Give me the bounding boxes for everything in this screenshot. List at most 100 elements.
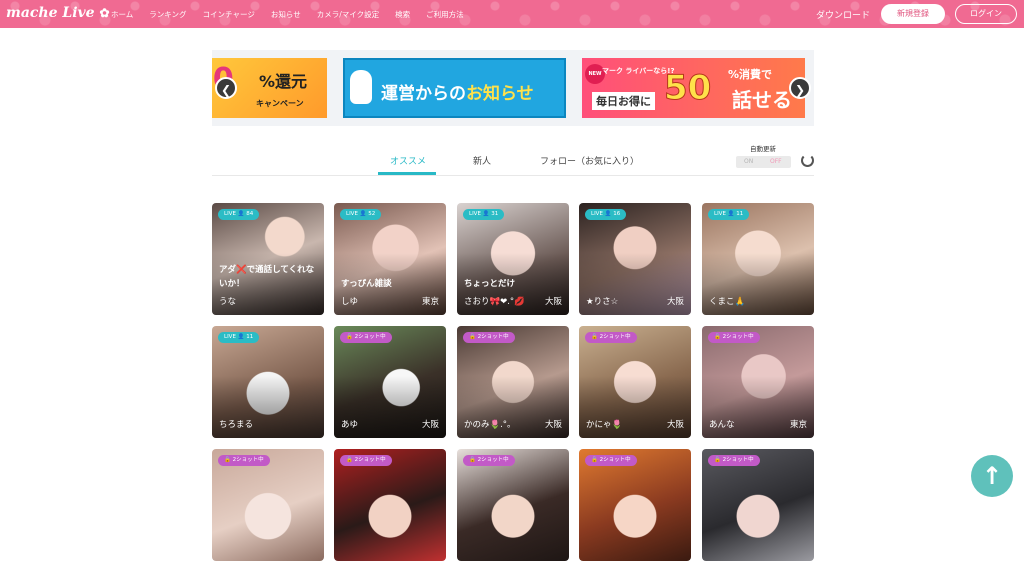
arrow-up-icon[interactable]: ↑ [971, 455, 1013, 497]
banner-announcement-highlight: お知らせ [466, 84, 534, 104]
lock-icon: 🔒 [469, 334, 476, 340]
badge-text: LIVE [346, 211, 358, 217]
card-name: あゆ [341, 420, 359, 430]
tab-recommended[interactable]: オススメ [390, 154, 426, 167]
live-badge: LIVE 👤 84 [218, 209, 260, 220]
badge-text: 2ショット中 [477, 334, 509, 340]
live-badge: LIVE 👤 52 [340, 209, 382, 220]
streamer-card[interactable]: 🔒 2ショット中 [457, 449, 569, 561]
streamer-card[interactable]: 🔒 2ショット中 かのみ🌷.°。 大阪 [457, 326, 569, 438]
two-shot-badge: 🔒 2ショット中 [708, 455, 760, 466]
badge-text: 2ショット中 [232, 457, 264, 463]
banner-cashback-sub: キャンペーン [256, 99, 304, 108]
feed-tabs: オススメ 新人 フォロー（お気に入り） [212, 148, 814, 176]
badge-text: 2ショット中 [354, 457, 386, 463]
streamer-card[interactable]: LIVE 👤 16 ★りさ☆ 大阪 [579, 203, 691, 315]
card-name: うな [219, 297, 237, 307]
card-title: ちょっとだけ [464, 279, 516, 289]
lock-icon: 🔒 [346, 457, 353, 463]
live-badge: LIVE 👤 11 [218, 332, 260, 343]
card-name: かにゃ🌷 [586, 420, 623, 430]
auto-refresh-label: 自動更新 [750, 145, 776, 153]
badge-text: LIVE [591, 211, 603, 217]
streamer-card[interactable]: 🔒 2ショット中 [579, 449, 691, 561]
streamer-card[interactable]: 🔒 2ショット中 かにゃ🌷 大阪 [579, 326, 691, 438]
nav-coin-charge[interactable]: コインチャージ [203, 9, 255, 20]
badge-text: LIVE [224, 211, 236, 217]
badge-text: LIVE [714, 211, 726, 217]
site-logo[interactable]: mache Live ✿ [6, 5, 110, 21]
streamer-card[interactable]: 🔒 2ショット中 あんな 東京 [702, 326, 814, 438]
download-link[interactable]: ダウンロード [816, 8, 870, 21]
lock-icon: 🔒 [591, 457, 598, 463]
live-badge: LIVE 👤 16 [585, 209, 627, 220]
card-title: アダ❌で通話してくれないか！ [219, 265, 315, 289]
badge-text: 2ショット中 [722, 334, 754, 340]
banner-talk-number: 50 [663, 68, 712, 109]
card-area: 大阪 [544, 297, 562, 307]
viewer-count: 31 [491, 211, 499, 217]
streamer-card[interactable]: LIVE 👤 11 くまこ🙏 [702, 203, 814, 315]
streamer-card[interactable]: 🔒 2ショット中 [702, 449, 814, 561]
toggle-on[interactable]: ON [744, 158, 753, 165]
badge-text: 2ショット中 [354, 334, 386, 340]
badge-text: 2ショット中 [722, 457, 754, 463]
person-icon: 👤 [727, 211, 735, 217]
mascot-icon [350, 70, 372, 104]
chevron-right-icon[interactable]: ❯ [789, 77, 811, 99]
lock-icon: 🔒 [224, 457, 231, 463]
lock-icon: 🔒 [346, 334, 353, 340]
streamer-card[interactable]: 🔒 2ショット中 [212, 449, 324, 561]
flower-icon: ✿ [99, 6, 110, 20]
two-shot-badge: 🔒 2ショット中 [340, 455, 392, 466]
two-shot-badge: 🔒 2ショット中 [218, 455, 270, 466]
card-area: 大阪 [544, 420, 562, 430]
badge-text: LIVE [469, 211, 481, 217]
nav-news[interactable]: お知らせ [271, 9, 301, 20]
tab-new[interactable]: 新人 [473, 154, 491, 167]
banner-announcement[interactable]: 運営からのお知らせ [343, 58, 566, 118]
streamer-card[interactable]: LIVE 👤 31 ちょっとだけ さおり🎀❤.°💋 大阪 [457, 203, 569, 315]
card-area: 大阪 [666, 297, 684, 307]
viewer-count: 11 [246, 334, 254, 340]
streamer-card[interactable]: LIVE 👤 84 アダ❌で通話してくれないか！ うな [212, 203, 324, 315]
nav-how-to-use[interactable]: ご利用方法 [426, 9, 464, 20]
chevron-left-icon[interactable]: ❮ [215, 77, 237, 99]
card-name: しゆ [341, 297, 359, 307]
banner-announcement-prefix: 運営からの [381, 84, 466, 104]
streamer-card[interactable]: LIVE 👤 11 ちろまる [212, 326, 324, 438]
nav-camera-mic-settings[interactable]: カメラ/マイク設定 [317, 9, 379, 20]
streamer-card[interactable]: 🔒 2ショット中 あゆ 大阪 [334, 326, 446, 438]
streamer-card[interactable]: 🔒 2ショット中 [334, 449, 446, 561]
person-icon: 👤 [604, 211, 612, 217]
banner-talk-campaign[interactable]: NEW マーク ライバーなら!? 毎日お得に 50 %消費で 話せる [582, 58, 805, 118]
main-nav: ホーム ランキング コインチャージ お知らせ カメラ/マイク設定 検索 ご利用方… [111, 9, 480, 20]
refresh-icon[interactable] [801, 154, 814, 167]
card-name: あんな [709, 420, 735, 430]
banner-carousel: 20 %還元 キャンペーン 運営からのお知らせ NEW マーク ライバーなら!?… [212, 50, 814, 126]
top-header: mache Live ✿ ホーム ランキング コインチャージ お知らせ カメラ/… [0, 0, 1024, 28]
card-name: かのみ🌷.°。 [464, 420, 516, 430]
auto-refresh-toggle[interactable]: ON OFF [736, 156, 791, 168]
nav-search[interactable]: 検索 [395, 9, 410, 20]
nav-ranking[interactable]: ランキング [149, 9, 186, 20]
banner-talk-s2: 毎日お得に [592, 92, 655, 110]
lock-icon: 🔒 [591, 334, 598, 340]
banner-announcement-text: 運営からのお知らせ [381, 79, 534, 104]
two-shot-badge: 🔒 2ショット中 [585, 332, 637, 343]
live-badge: LIVE 👤 31 [463, 209, 505, 220]
two-shot-badge: 🔒 2ショット中 [463, 455, 515, 466]
card-name: ちろまる [219, 420, 254, 430]
card-name: くまこ🙏 [709, 297, 746, 307]
viewer-count: 16 [613, 211, 621, 217]
nav-home[interactable]: ホーム [111, 9, 133, 20]
lock-icon: 🔒 [469, 457, 476, 463]
streamer-card[interactable]: LIVE 👤 52 すっぴん雑談 しゆ 東京 [334, 203, 446, 315]
tab-follow[interactable]: フォロー（お気に入り） [540, 154, 639, 167]
card-name: さおり🎀❤.°💋 [464, 297, 525, 307]
lock-icon: 🔒 [714, 334, 721, 340]
toggle-off[interactable]: OFF [770, 158, 782, 165]
badge-text: 2ショット中 [599, 334, 631, 340]
login-button[interactable]: ログイン [955, 4, 1017, 24]
signup-button[interactable]: 新規登録 [881, 4, 945, 24]
